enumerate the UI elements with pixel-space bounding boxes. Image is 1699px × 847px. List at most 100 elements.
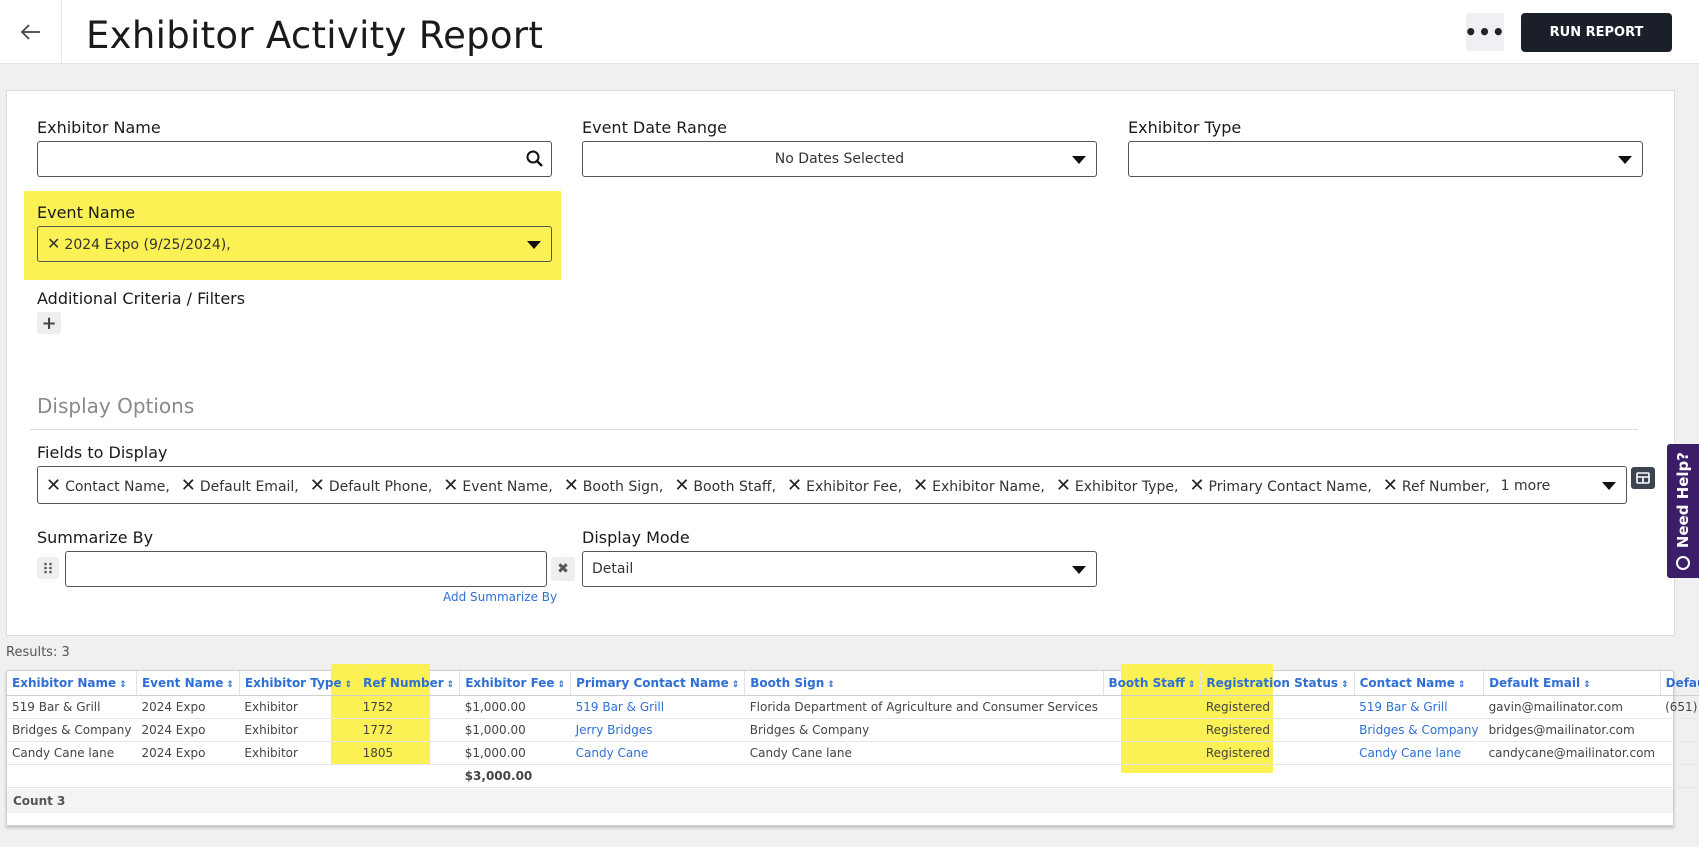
remove-chip-icon[interactable]: ✕ bbox=[310, 475, 325, 496]
sort-icon[interactable]: ⇕ bbox=[732, 680, 740, 690]
table-cell: Florida Department of Agriculture and Co… bbox=[744, 695, 1104, 719]
exhibitor-type-select[interactable] bbox=[1128, 141, 1643, 177]
table-cell bbox=[357, 764, 460, 788]
table-cell bbox=[1660, 764, 1699, 788]
sort-icon[interactable]: ⇕ bbox=[827, 680, 835, 690]
section-divider bbox=[30, 429, 1638, 430]
remove-chip-icon[interactable]: ✕ bbox=[564, 475, 579, 496]
remove-chip-icon[interactable]: ✕ bbox=[1189, 475, 1204, 496]
drag-handle-icon[interactable] bbox=[37, 557, 59, 579]
column-header[interactable]: Exhibitor Type ⇕ bbox=[239, 671, 359, 696]
table-cell: Registered bbox=[1200, 741, 1355, 765]
fields-to-display-select[interactable]: ✕ Contact Name, ✕ Default Email, ✕ Default Ph… bbox=[37, 466, 1627, 504]
column-header[interactable]: Exhibitor Name ⇕ bbox=[7, 671, 137, 696]
column-header[interactable]: Ref Number ⇕ bbox=[357, 671, 461, 696]
sort-icon[interactable]: ⇕ bbox=[345, 680, 353, 690]
event-name-chip: 2024 Expo (9/25/2024), bbox=[64, 237, 231, 253]
table-cell: Exhibitor bbox=[239, 741, 358, 765]
table-cell: 1772 bbox=[357, 718, 460, 742]
field-chip-label: Default Email, bbox=[199, 479, 299, 495]
column-header-label: Exhibitor Name bbox=[12, 675, 117, 690]
field-chip: ✕ Primary Contact Name, bbox=[1189, 475, 1371, 496]
sort-icon[interactable]: ⇕ bbox=[119, 680, 127, 690]
page-header: Exhibitor Activity Report ••• RUN REPORT bbox=[0, 0, 1699, 64]
add-summarize-by-link[interactable]: Add Summarize By bbox=[443, 590, 557, 604]
column-header-label: Default Email bbox=[1489, 675, 1581, 690]
more-options-button[interactable]: ••• bbox=[1464, 13, 1505, 51]
column-layout-button[interactable] bbox=[1631, 467, 1655, 489]
remove-chip-icon[interactable]: ✕ bbox=[181, 475, 196, 496]
table-cell: Candy Cane lane bbox=[7, 741, 137, 765]
remove-chip-icon[interactable]: ✕ bbox=[913, 475, 928, 496]
table-cell[interactable]: Candy Cane lane bbox=[1354, 741, 1484, 765]
exhibitor-name-input[interactable] bbox=[37, 141, 552, 177]
chevron-down-icon bbox=[527, 241, 541, 249]
table-row: Bridges & Company 2024 Expo Exhibitor 1772 $… bbox=[7, 718, 1699, 742]
add-filter-button[interactable]: + bbox=[37, 312, 61, 334]
arrow-left-icon bbox=[20, 18, 41, 46]
additional-criteria-label: Additional Criteria / Filters bbox=[37, 289, 246, 308]
column-header[interactable]: Booth Sign ⇕ bbox=[744, 671, 1104, 696]
run-report-button[interactable]: RUN REPORT bbox=[1521, 13, 1672, 52]
sort-icon[interactable]: ⇕ bbox=[226, 680, 234, 690]
summarize-by-input[interactable] bbox=[65, 551, 547, 587]
sort-icon[interactable]: ⇕ bbox=[1583, 680, 1591, 690]
table-cell: Exhibitor bbox=[239, 695, 358, 719]
table-cell[interactable]: Candy Cane bbox=[570, 741, 745, 765]
column-header[interactable]: Default Email ⇕ bbox=[1483, 671, 1661, 696]
remove-chip-icon[interactable]: ✕ bbox=[47, 234, 60, 253]
field-chip-label: Ref Number, bbox=[1401, 479, 1490, 495]
search-icon[interactable] bbox=[525, 149, 545, 169]
table-cell[interactable]: 519 Bar & Grill bbox=[570, 695, 745, 719]
table-cell bbox=[136, 764, 240, 788]
columns-icon bbox=[1636, 472, 1650, 484]
remove-chip-icon[interactable]: ✕ bbox=[674, 475, 689, 496]
close-icon: ✖ bbox=[557, 561, 569, 577]
column-header[interactable]: Exhibitor Fee ⇕ bbox=[459, 671, 572, 696]
remove-chip-icon[interactable]: ✕ bbox=[46, 475, 61, 496]
remove-chip-icon[interactable]: ✕ bbox=[1056, 475, 1071, 496]
table-cell bbox=[1354, 764, 1484, 788]
event-date-range-value: No Dates Selected bbox=[774, 151, 905, 167]
display-mode-select[interactable]: Detail bbox=[582, 551, 1097, 587]
table-cell bbox=[1660, 718, 1699, 742]
exhibitor-name-label: Exhibitor Name bbox=[37, 118, 161, 137]
field-chip: ✕ Ref Number, bbox=[1383, 475, 1490, 496]
sort-icon[interactable]: ⇕ bbox=[1458, 680, 1466, 690]
column-header[interactable]: Default Phone⇕ bbox=[1660, 671, 1699, 696]
table-cell[interactable]: 519 Bar & Grill bbox=[1354, 695, 1484, 719]
back-button[interactable] bbox=[0, 0, 62, 64]
remove-chip-icon[interactable]: ✕ bbox=[1383, 475, 1398, 496]
table-row: Candy Cane lane 2024 Expo Exhibitor 1805 $1,… bbox=[7, 741, 1699, 765]
column-header[interactable]: Primary Contact Name ⇕ bbox=[570, 671, 746, 696]
column-header[interactable]: Event Name ⇕ bbox=[136, 671, 240, 696]
chevron-down-icon bbox=[1072, 156, 1086, 164]
field-chip: ✕ Booth Sign, bbox=[564, 475, 664, 496]
column-header[interactable]: Booth Staff ⇕ bbox=[1103, 671, 1202, 696]
column-header[interactable]: Registration Status ⇕ bbox=[1200, 671, 1355, 696]
sort-icon[interactable]: ⇕ bbox=[1341, 680, 1349, 690]
event-name-select[interactable]: ✕ 2024 Expo (9/25/2024), bbox=[37, 226, 552, 262]
table-row: 519 Bar & Grill 2024 Expo Exhibitor 1752 $1,… bbox=[7, 695, 1699, 719]
sort-icon[interactable]: ⇕ bbox=[1188, 680, 1196, 690]
need-help-tab[interactable]: Need Help? bbox=[1667, 444, 1699, 578]
table-cell: 2024 Expo bbox=[136, 741, 240, 765]
table-cell bbox=[1483, 764, 1661, 788]
sort-icon[interactable]: ⇕ bbox=[447, 680, 455, 690]
results-table-container: Exhibitor Name ⇕ Event Name ⇕ Exhibitor Type… bbox=[6, 664, 1699, 826]
event-date-range-select[interactable]: No Dates Selected bbox=[582, 141, 1097, 177]
column-header-label: Contact Name bbox=[1359, 675, 1455, 690]
table-cell bbox=[1660, 741, 1699, 765]
table-cell: $1,000.00 bbox=[459, 718, 571, 742]
table-cell[interactable]: Jerry Bridges bbox=[570, 718, 745, 742]
table-cell[interactable]: Bridges & Company bbox=[1354, 718, 1484, 742]
clear-summarize-button[interactable]: ✖ bbox=[551, 557, 575, 581]
remove-chip-icon[interactable]: ✕ bbox=[787, 475, 802, 496]
remove-chip-icon[interactable]: ✕ bbox=[443, 475, 458, 496]
sort-icon[interactable]: ⇕ bbox=[558, 680, 566, 690]
more-fields-count[interactable]: 1 more bbox=[1501, 478, 1551, 494]
chevron-down-icon bbox=[1602, 482, 1616, 490]
field-chip-label: Event Name, bbox=[462, 479, 553, 495]
column-header[interactable]: Contact Name ⇕ bbox=[1354, 671, 1485, 696]
table-cell: gavin@mailinator.com bbox=[1483, 695, 1661, 719]
